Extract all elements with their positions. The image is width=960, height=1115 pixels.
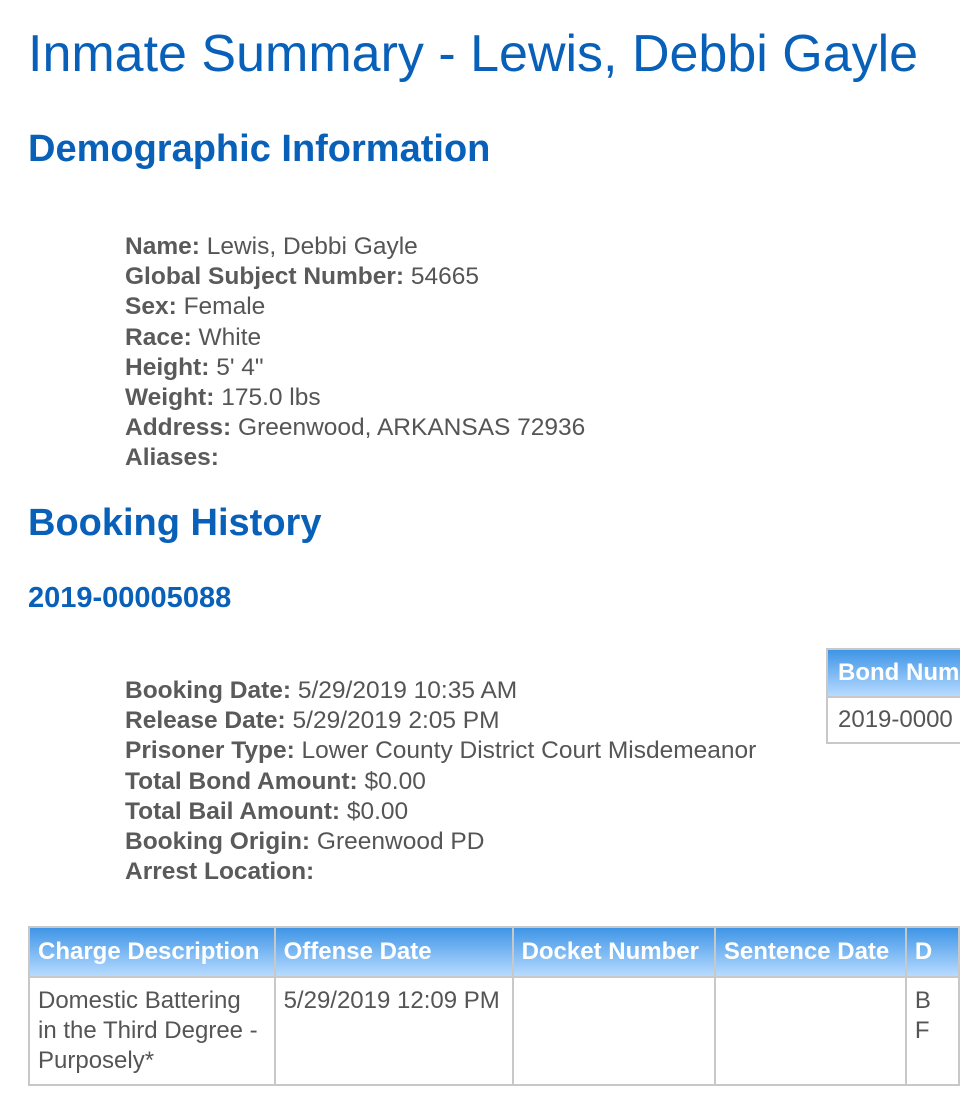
booking-row-bond-amount: Total Bond Amount: $0.00 — [125, 767, 756, 797]
field-label: Prisoner Type: — [125, 737, 295, 765]
charge-description-header: Charge Description — [28, 926, 276, 978]
booking-row-date: Booking Date: 5/29/2019 10:35 AM — [125, 676, 756, 706]
field-label: Release Date: — [125, 707, 286, 735]
field-label: Booking Origin: — [125, 827, 311, 855]
field-value: 175.0 lbs — [221, 383, 321, 411]
charges-header-row: Charge Description Offense Date Docket N… — [28, 926, 960, 978]
booking-row-origin: Booking Origin: Greenwood PD — [125, 827, 756, 857]
field-label: Aliases: — [125, 444, 219, 472]
sentence-date-header: Sentence Date — [713, 926, 907, 978]
field-value: $0.00 — [346, 797, 409, 825]
bond-number-header: Bond Num — [825, 648, 960, 698]
booking-row-prisoner-type: Prisoner Type: Lower County District Cou… — [125, 736, 756, 766]
booking-row-bail-amount: Total Bail Amount: $0.00 — [125, 797, 756, 827]
bond-table: Bond Num 2019-0000 — [825, 648, 960, 744]
sentence-date-cell — [713, 976, 907, 1086]
field-value: Greenwood, ARKANSAS 72936 — [238, 414, 586, 442]
page: Inmate Summary - Lewis, Debbi Gayle Demo… — [0, 0, 960, 1115]
charges-table: Charge Description Offense Date Docket N… — [28, 926, 960, 1086]
demographic-row-address: Address: Greenwood, ARKANSAS 72936 — [125, 413, 585, 443]
booking-row-release: Release Date: 5/29/2019 2:05 PM — [125, 706, 756, 736]
booking-number: 2019-00005088 — [28, 582, 232, 614]
truncated-header: D — [904, 926, 960, 978]
bond-table-header-row: Bond Num — [825, 648, 960, 698]
field-value: 54665 — [410, 263, 480, 291]
bond-number-cell: 2019-0000 — [825, 696, 960, 744]
offense-date-header: Offense Date — [273, 926, 514, 978]
field-value: Lower County District Court Misdemeanor — [301, 737, 757, 765]
demographic-row-name: Name: Lewis, Debbi Gayle — [125, 232, 585, 262]
demographic-row-subject-number: Global Subject Number: 54665 — [125, 262, 585, 292]
field-label: Name: — [125, 233, 200, 260]
docket-number-cell — [511, 976, 716, 1086]
demographic-row-aliases: Aliases: — [125, 443, 585, 473]
table-row: 2019-0000 — [825, 696, 960, 744]
demographic-row-sex: Sex: Female — [125, 292, 585, 322]
field-value: 5/29/2019 2:05 PM — [292, 707, 500, 735]
charge-description-cell: Domestic Battering in the Third Degree -… — [28, 976, 276, 1086]
field-value: 5' 4" — [216, 353, 264, 381]
docket-number-header: Docket Number — [511, 926, 716, 978]
field-label: Booking Date: — [125, 677, 292, 704]
demographic-row-height: Height: 5' 4" — [125, 353, 585, 383]
field-label: Arrest Location: — [125, 858, 315, 886]
field-label: Total Bail Amount: — [125, 797, 341, 825]
field-value: Lewis, Debbi Gayle — [206, 233, 418, 260]
booking-history-heading: Booking History — [28, 502, 322, 544]
page-title: Inmate Summary - Lewis, Debbi Gayle — [28, 25, 919, 83]
field-label: Race: — [125, 323, 192, 351]
field-value: 5/29/2019 10:35 AM — [297, 677, 518, 704]
booking-info: Booking Date: 5/29/2019 10:35 AM Release… — [125, 676, 756, 887]
field-label: Address: — [125, 414, 232, 442]
field-value: White — [198, 323, 262, 351]
field-label: Weight: — [125, 383, 215, 411]
booking-row-arrest-location: Arrest Location: — [125, 857, 756, 887]
field-label: Global Subject Number: — [125, 263, 405, 291]
table-row: Domestic Battering in the Third Degree -… — [28, 976, 960, 1086]
demographic-row-race: Race: White — [125, 323, 585, 353]
field-value: Female — [183, 293, 266, 321]
truncated-cell: B F — [904, 976, 960, 1086]
field-label: Total Bond Amount: — [125, 767, 358, 795]
offense-date-cell: 5/29/2019 12:09 PM — [273, 976, 514, 1086]
demographic-row-weight: Weight: 175.0 lbs — [125, 383, 585, 413]
field-value: Greenwood PD — [316, 827, 485, 855]
demographic-heading: Demographic Information — [28, 128, 491, 170]
demographic-info: Name: Lewis, Debbi Gayle Global Subject … — [125, 232, 585, 474]
field-value: $0.00 — [364, 767, 426, 795]
field-label: Sex: — [125, 293, 177, 321]
field-label: Height: — [125, 353, 210, 381]
